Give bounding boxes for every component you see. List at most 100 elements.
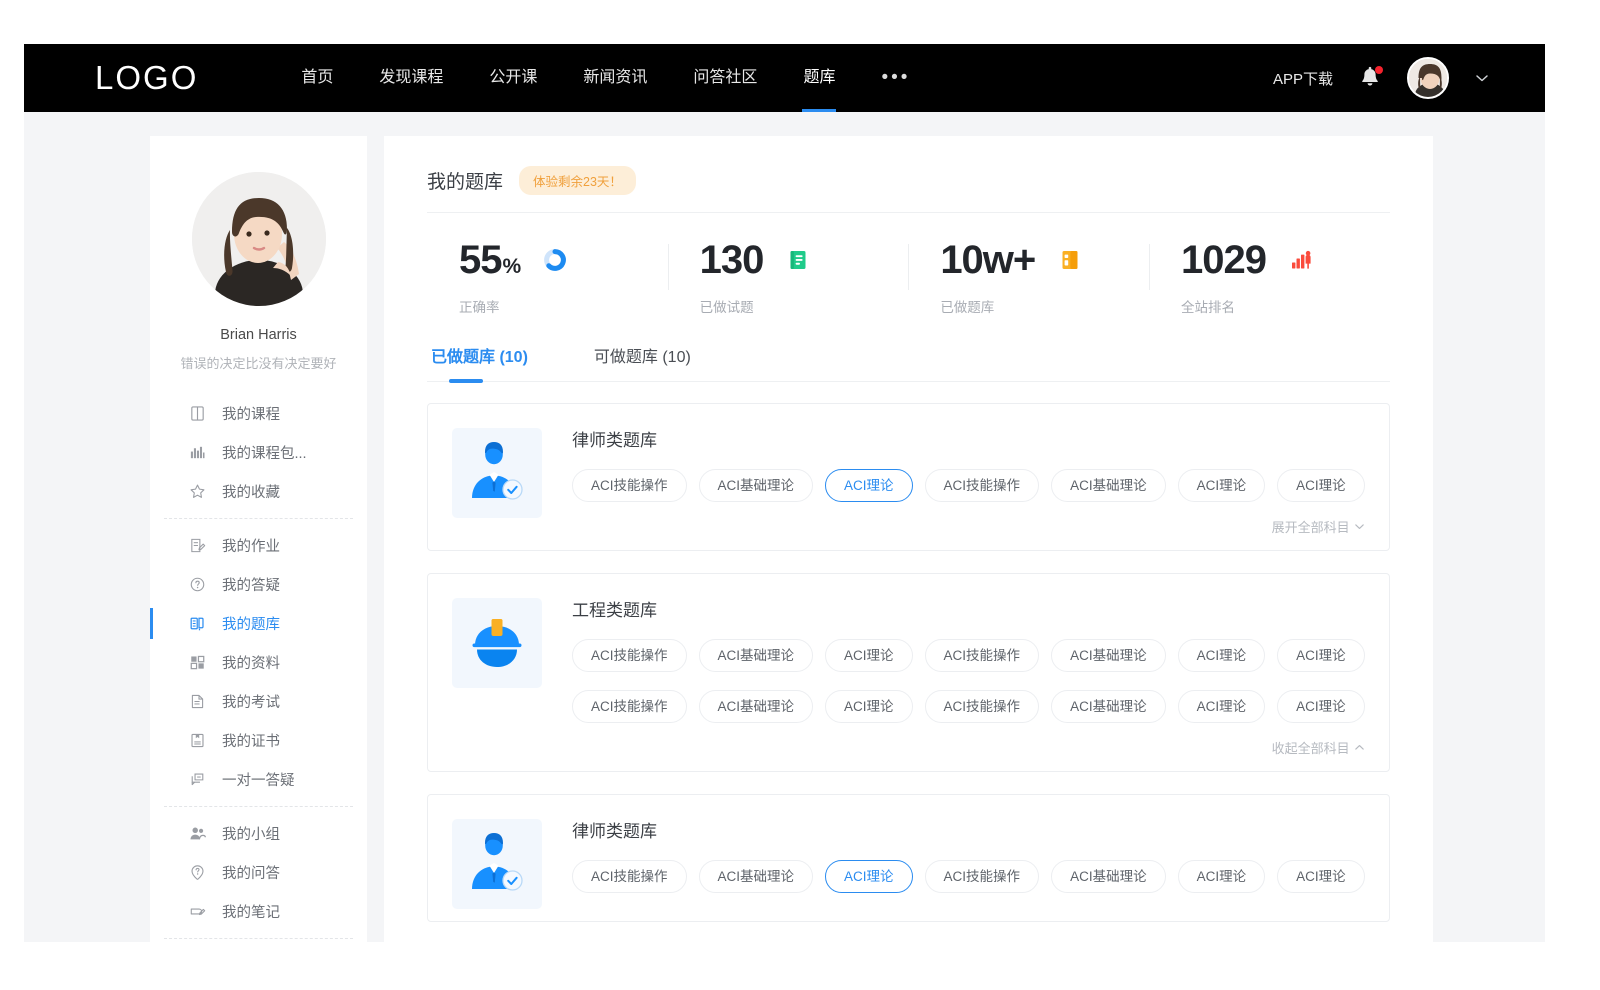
expand-subjects-link[interactable]: 展开全部科目 bbox=[1272, 517, 1365, 536]
nav-item-1[interactable]: 发现课程 bbox=[356, 44, 466, 112]
profile-name: Brian Harris bbox=[150, 327, 367, 343]
stat-label: 全站排名 bbox=[1181, 296, 1390, 316]
menu-divider bbox=[164, 518, 353, 519]
subject-tag[interactable]: ACI技能操作 bbox=[925, 639, 1040, 672]
donut-chart-icon bbox=[542, 247, 568, 273]
qa-pin-icon bbox=[189, 864, 206, 881]
main-header: 我的题库 体验剩余23天！ bbox=[427, 166, 1390, 213]
card-title: 律师类题库 bbox=[572, 426, 1365, 451]
subject-tag[interactable]: ACI基础理论 bbox=[1051, 690, 1166, 723]
subject-tag[interactable]: ACI理论 bbox=[825, 860, 913, 893]
stat-card-0: 55%正确率 bbox=[427, 240, 668, 316]
nav-item-2[interactable]: 公开课 bbox=[466, 44, 560, 112]
question-circle-icon bbox=[189, 576, 206, 593]
subject-tag[interactable]: ACI理论 bbox=[1178, 860, 1266, 893]
sidebar-item-label: 我的答疑 bbox=[222, 574, 280, 595]
menu-divider bbox=[164, 938, 353, 939]
subject-tag[interactable]: ACI基础理论 bbox=[699, 639, 814, 672]
subject-tag[interactable]: ACI理论 bbox=[1178, 690, 1266, 723]
subject-tag[interactable]: ACI理论 bbox=[1277, 469, 1365, 502]
subject-tag[interactable]: ACI理论 bbox=[825, 690, 913, 723]
expand-subjects-link[interactable]: 收起全部科目 bbox=[1272, 738, 1365, 757]
stats-row: 55%正确率130已做试题10w+已做题库 1029 全站排名 bbox=[427, 213, 1390, 333]
chevron-down-icon[interactable] bbox=[1475, 71, 1489, 85]
subject-tag[interactable]: ACI基础理论 bbox=[1051, 639, 1166, 672]
sidebar-item-1[interactable]: 我的课程包... bbox=[150, 433, 367, 472]
expand-subjects-label: 展开全部科目 bbox=[1272, 517, 1350, 536]
main-nav-links: 首页发现课程公开课新闻资讯问答社区题库••• bbox=[278, 44, 933, 112]
sidebar-item-0[interactable]: 我的课程 bbox=[150, 394, 367, 433]
subject-tag[interactable]: ACI技能操作 bbox=[572, 690, 687, 723]
user-avatar[interactable] bbox=[1407, 57, 1449, 99]
stat-card-1: 130已做试题 bbox=[668, 240, 909, 316]
sidebar-item-8[interactable]: 我的考试 bbox=[150, 682, 367, 721]
sidebar-item-label: 一对一答疑 bbox=[222, 769, 295, 790]
stat-value: 130 bbox=[700, 240, 764, 280]
nav-item-0[interactable]: 首页 bbox=[278, 44, 356, 112]
sidebar-item-2[interactable]: 我的收藏 bbox=[150, 472, 367, 511]
stat-value-row: 55% bbox=[459, 240, 668, 280]
tag-row: ACI技能操作 ACI基础理论 ACI理论 ACI技能操作 ACI基础理论 ACI理论 AC… bbox=[572, 860, 1365, 893]
card-footer: 展开全部科目 bbox=[572, 517, 1365, 538]
exam-paper-icon bbox=[189, 693, 206, 710]
card-body: 律师类题库 ACI技能操作 ACI基础理论 ACI理论 ACI技能操作 ACI基础理论 AC… bbox=[572, 424, 1365, 538]
subject-tag[interactable]: ACI理论 bbox=[1178, 639, 1266, 672]
subject-tag[interactable]: ACI理论 bbox=[1277, 690, 1365, 723]
subject-tag[interactable]: ACI技能操作 bbox=[572, 860, 687, 893]
subject-tag[interactable]: ACI技能操作 bbox=[572, 469, 687, 502]
subject-tag[interactable]: ACI基础理论 bbox=[1051, 860, 1166, 893]
question-bank-icon bbox=[189, 615, 206, 632]
subject-tag[interactable]: ACI理论 bbox=[1178, 469, 1266, 502]
sidebar-item-label: 我的笔记 bbox=[222, 901, 280, 922]
subject-tag[interactable]: ACI技能操作 bbox=[925, 860, 1040, 893]
nav-item-5[interactable]: 题库 bbox=[780, 44, 858, 112]
subject-tag[interactable]: ACI基础理论 bbox=[699, 690, 814, 723]
grid-files-icon bbox=[189, 654, 206, 671]
subject-tag[interactable]: ACI基础理论 bbox=[699, 860, 814, 893]
nav-item-6[interactable]: ••• bbox=[858, 44, 933, 112]
tab-0[interactable]: 已做题库 (10) bbox=[427, 343, 532, 381]
sidebar-item-6[interactable]: 我的题库 bbox=[150, 604, 367, 643]
chevron-down-icon bbox=[1354, 521, 1365, 532]
sidebar-item-4[interactable]: 我的作业 bbox=[150, 526, 367, 565]
stat-value-row: 1029 bbox=[1181, 240, 1390, 280]
stat-value-row: 10w+ bbox=[940, 240, 1149, 280]
sidebar-item-14[interactable]: 我的笔记 bbox=[150, 892, 367, 931]
subject-tag[interactable]: ACI理论 bbox=[825, 639, 913, 672]
tab-1[interactable]: 可做题库 (10) bbox=[590, 343, 695, 381]
sidebar-item-7[interactable]: 我的资料 bbox=[150, 643, 367, 682]
sidebar-item-13[interactable]: 我的问答 bbox=[150, 853, 367, 892]
site-logo[interactable]: LOGO bbox=[95, 59, 198, 97]
notification-bell-button[interactable] bbox=[1359, 66, 1381, 90]
stat-value-row: 130 bbox=[700, 240, 909, 280]
subject-tag[interactable]: ACI技能操作 bbox=[925, 690, 1040, 723]
sidebar-menu: 我的课程我的课程包... 我的收藏我的作业我的答疑我的题库我的资料我的考试我的证书… bbox=[150, 394, 367, 942]
nav-item-4[interactable]: 问答社区 bbox=[670, 44, 780, 112]
sidebar-item-10[interactable]: 一对一答疑 bbox=[150, 760, 367, 799]
sidebar-item-5[interactable]: 我的答疑 bbox=[150, 565, 367, 604]
app-download-link[interactable]: APP下载 bbox=[1273, 68, 1333, 89]
sidebar-item-9[interactable]: 我的证书 bbox=[150, 721, 367, 760]
nav-item-3[interactable]: 新闻资讯 bbox=[560, 44, 670, 112]
subject-tag[interactable]: ACI理论 bbox=[1277, 639, 1365, 672]
sidebar-item-label: 我的收藏 bbox=[222, 481, 280, 502]
trial-badge: 体验剩余23天！ bbox=[519, 166, 636, 195]
sidebar-item-12[interactable]: 我的小组 bbox=[150, 814, 367, 853]
profile-motto: 错误的决定比没有决定要好 bbox=[150, 353, 367, 372]
green-book-icon bbox=[785, 247, 811, 273]
subject-tag[interactable]: ACI理论 bbox=[825, 469, 913, 502]
subject-tag[interactable]: ACI理论 bbox=[1277, 860, 1365, 893]
sidebar-item-label: 我的题库 bbox=[222, 613, 280, 634]
user-sidebar: Brian Harris 错误的决定比没有决定要好 我的课程我的课程包...我的… bbox=[150, 136, 367, 942]
stat-card-2: 10w+已做题库 bbox=[908, 240, 1149, 316]
card-title: 律师类题库 bbox=[572, 817, 1365, 842]
subject-tag[interactable]: ACI技能操作 bbox=[925, 469, 1040, 502]
subject-tag[interactable]: ACI基础理论 bbox=[699, 469, 814, 502]
top-navigation-bar: LOGO 首页发现课程公开课新闻资讯问答社区题库••• APP下载 bbox=[24, 44, 1545, 112]
profile-avatar-image bbox=[192, 172, 326, 306]
subject-tag[interactable]: ACI基础理论 bbox=[1051, 469, 1166, 502]
star-icon bbox=[189, 483, 206, 500]
sidebar-item-label: 我的课程包... bbox=[222, 442, 307, 463]
subject-tag[interactable]: ACI技能操作 bbox=[572, 639, 687, 672]
lawyer-avatar-icon bbox=[452, 819, 542, 909]
